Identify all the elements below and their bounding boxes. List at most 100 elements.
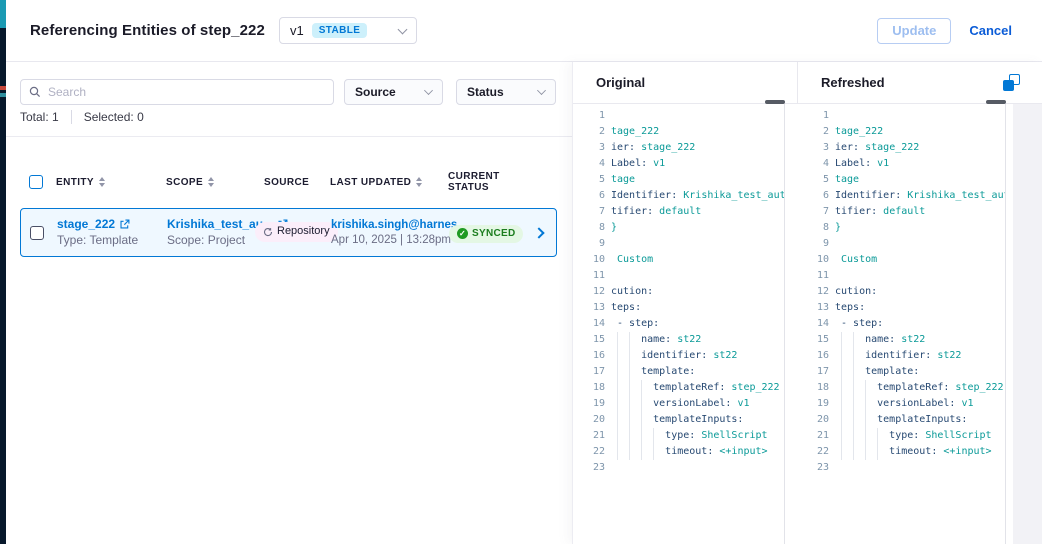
row-expand-chevron-icon[interactable] (533, 227, 544, 238)
status-label: SYNCED (472, 228, 515, 241)
updated-by-link[interactable]: krishika.singh@harnes... (331, 218, 443, 232)
total-count: Total: 1 (20, 110, 59, 124)
filter-toolbar: Source Status (20, 79, 556, 105)
copy-icon[interactable] (1003, 74, 1020, 91)
code-line: 1 (797, 108, 1005, 124)
source-cell: Repository (249, 222, 325, 243)
table-header: ENTITY SCOPE SOURCE LAST UPDATED CURRENT… (20, 168, 557, 196)
refreshed-code-editor[interactable]: 12tage_2223ier: stage_2224Label: v15tage… (797, 104, 1006, 544)
chevron-down-icon (424, 86, 433, 95)
code-line: 13teps: (573, 300, 784, 316)
code-line: 21 type: ShellScript (573, 428, 784, 444)
code-line: 5tage (797, 172, 1005, 188)
counts-bar: Total: 1 Selected: 0 (20, 110, 144, 124)
sort-icon[interactable] (208, 177, 214, 187)
header-actions: Update Cancel (877, 18, 1012, 44)
chevron-down-icon (398, 24, 408, 34)
status-badge: ✓ SYNCED (449, 225, 523, 244)
entity-cell: stage_222 Type: Template (51, 217, 161, 248)
table-row[interactable]: stage_222 Type: Template Krishi (20, 208, 557, 257)
status-filter-dropdown[interactable]: Status (456, 79, 556, 105)
original-panel-title: Original (596, 75, 645, 90)
original-code-editor[interactable]: 12tage_2223ier: stage_2224Label: v15tage… (573, 104, 785, 544)
scope-cell: Krishika_test_au... Scope: Project (161, 217, 249, 248)
code-line: 2tage_222 (573, 124, 784, 140)
cancel-button[interactable]: Cancel (969, 23, 1012, 38)
status-cell: ✓ SYNCED (443, 222, 527, 243)
search-box[interactable] (20, 79, 334, 105)
code-line: 9 (797, 236, 1005, 252)
selected-count: Selected: 0 (84, 110, 144, 124)
code-line: 16 identifier: st22 (797, 348, 1005, 364)
code-line: 4Label: v1 (573, 156, 784, 172)
code-line: 7tifier: default (797, 204, 1005, 220)
entity-type: Type: Template (57, 233, 161, 248)
code-line: 5tage (573, 172, 784, 188)
counts-divider (71, 110, 72, 124)
last-updated-cell: krishika.singh@harnes... Apr 10, 2025 | … (325, 218, 443, 248)
code-line: 12cution: (573, 284, 784, 300)
code-line: 11 (573, 268, 784, 284)
source-filter-label: Source (355, 85, 396, 99)
modal-container: Referencing Entities of step_222 v1 STAB… (6, 0, 1042, 544)
code-line: 12cution: (797, 284, 1005, 300)
code-line: 17 template: (573, 364, 784, 380)
stable-badge: STABLE (312, 23, 368, 38)
code-line: 16 identifier: st22 (573, 348, 784, 364)
chevron-down-icon (537, 86, 546, 95)
updated-at: Apr 10, 2025 | 13:28pm (331, 233, 443, 247)
code-line: 10 Custom (573, 252, 784, 268)
version-select[interactable]: v1 STABLE (279, 17, 417, 44)
sort-icon[interactable] (99, 177, 105, 187)
code-line: 6Identifier: Krishika_test_aut (573, 188, 784, 204)
entities-section: Source Status Total: 1 Selected: 0 ENTIT… (6, 62, 572, 544)
code-line: 8} (797, 220, 1005, 236)
code-line: 19 versionLabel: v1 (797, 396, 1005, 412)
column-header-scope: SCOPE (160, 177, 248, 188)
right-gutter (1013, 104, 1042, 544)
repository-sync-icon (263, 227, 273, 237)
code-line: 22 timeout: <+input> (797, 444, 1005, 460)
code-line: 15 name: st22 (797, 332, 1005, 348)
code-line: 14 - step: (573, 316, 784, 332)
code-line: 2tage_222 (797, 124, 1005, 140)
code-line: 19 versionLabel: v1 (573, 396, 784, 412)
panel-divider (797, 62, 798, 104)
code-line: 7tifier: default (573, 204, 784, 220)
source-label: Repository (277, 225, 330, 239)
source-filter-dropdown[interactable]: Source (344, 79, 443, 105)
code-line: 18 templateRef: step_222 (573, 380, 784, 396)
entity-link[interactable]: stage_222 (57, 217, 115, 232)
search-icon (29, 86, 41, 98)
code-line: 4Label: v1 (797, 156, 1005, 172)
select-all-checkbox[interactable] (29, 175, 43, 189)
referencing-entities-modal: Referencing Entities of step_222 v1 STAB… (0, 0, 1042, 544)
code-line: 3ier: stage_222 (573, 140, 784, 156)
code-line: 10 Custom (797, 252, 1005, 268)
code-line: 17 template: (797, 364, 1005, 380)
refreshed-panel-title: Refreshed (821, 75, 885, 90)
search-input[interactable] (48, 85, 325, 99)
diff-section: Original Refreshed 12tage_2223ier: stage… (572, 62, 1042, 544)
column-header-current-status: CURRENT STATUS (442, 171, 526, 193)
code-line: 9 (573, 236, 784, 252)
code-line: 15 name: st22 (573, 332, 784, 348)
page-title: Referencing Entities of step_222 (30, 22, 265, 39)
code-line: 23 (573, 460, 784, 476)
code-line: 20 templateInputs: (797, 412, 1005, 428)
sort-icon[interactable] (416, 177, 422, 187)
external-link-icon[interactable] (119, 219, 130, 230)
scope-sub: Scope: Project (167, 233, 249, 248)
status-filter-label: Status (467, 85, 504, 99)
code-line: 20 templateInputs: (573, 412, 784, 428)
code-line: 11 (797, 268, 1005, 284)
row-checkbox[interactable] (30, 226, 44, 240)
diff-header: Original Refreshed (573, 62, 1042, 104)
code-line: 6Identifier: Krishika_test_aut (797, 188, 1005, 204)
toolbar-divider (6, 136, 572, 137)
update-button[interactable]: Update (877, 18, 951, 44)
code-line: 21 type: ShellScript (797, 428, 1005, 444)
code-line: 13teps: (797, 300, 1005, 316)
code-line: 22 timeout: <+input> (573, 444, 784, 460)
column-header-source: SOURCE (248, 177, 324, 188)
